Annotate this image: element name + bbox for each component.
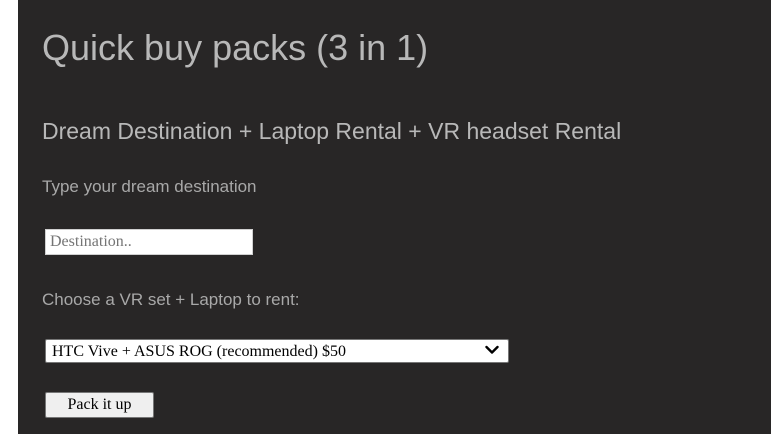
- vr-set-selected-value: HTC Vive + ASUS ROG (recommended) $50: [52, 343, 346, 360]
- pack-it-up-button[interactable]: Pack it up: [45, 392, 154, 418]
- quick-buy-panel: Quick buy packs (3 in 1) Dream Destinati…: [18, 0, 771, 434]
- chevron-down-icon: [485, 345, 499, 354]
- vr-set-label: Choose a VR set + Laptop to rent:: [42, 290, 300, 309]
- destination-label: Type your dream destination: [42, 177, 257, 196]
- package-subtitle: Dream Destination + Laptop Rental + VR h…: [42, 118, 622, 144]
- destination-input[interactable]: [45, 229, 253, 255]
- vr-set-select[interactable]: HTC Vive + ASUS ROG (recommended) $50: [45, 339, 509, 363]
- page-title: Quick buy packs (3 in 1): [42, 27, 429, 68]
